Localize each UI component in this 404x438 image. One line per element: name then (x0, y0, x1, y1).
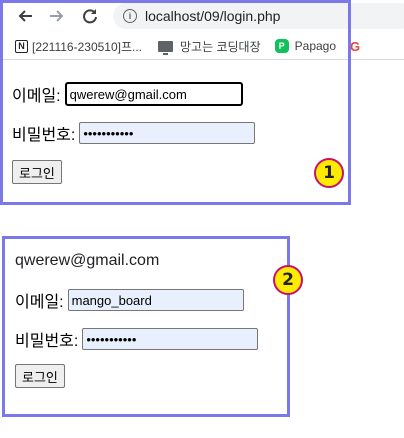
password-row-2: 비밀번호: (15, 327, 259, 351)
button-row-2: 로그인 (15, 364, 65, 388)
google-icon: G (350, 38, 361, 54)
login-button[interactable]: 로그인 (12, 160, 62, 184)
email-label: 이메일: (15, 294, 64, 311)
password-label: 비밀번호: (12, 127, 76, 144)
logged-in-email-text: qwerew@gmail.com (15, 252, 160, 269)
password-input[interactable] (79, 122, 256, 144)
email-input[interactable] (64, 82, 243, 106)
password-label: 비밀번호: (15, 333, 79, 350)
step-badge-1: 1 (314, 158, 344, 188)
login-button[interactable]: 로그인 (15, 364, 65, 388)
email-row-1: 이메일: (12, 82, 243, 106)
email-row-2: 이메일: (15, 288, 244, 312)
step-badge-2: 2 (273, 265, 303, 295)
password-row-1: 비밀번호: (12, 121, 256, 145)
password-input[interactable] (82, 328, 259, 350)
button-row-1: 로그인 (12, 160, 62, 184)
email-label: 이메일: (12, 88, 61, 105)
email-input[interactable] (67, 289, 244, 311)
